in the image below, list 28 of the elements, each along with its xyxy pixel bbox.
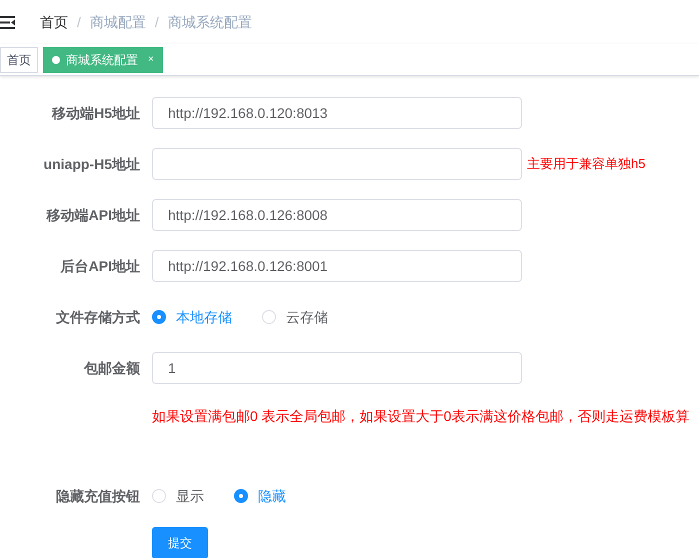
field-label: 文件存储方式 xyxy=(56,308,140,324)
input-field[interactable] xyxy=(152,148,522,180)
field-label: 移动端H5地址 xyxy=(52,104,140,120)
radio-option[interactable]: 隐藏 xyxy=(234,486,286,506)
field-label: 移动端API地址 xyxy=(46,206,140,222)
input-field[interactable]: 1 xyxy=(152,352,522,384)
breadcrumb-separator: / xyxy=(154,12,159,32)
radio-button[interactable] xyxy=(234,489,248,503)
radio-button[interactable] xyxy=(262,310,276,324)
radio-button[interactable] xyxy=(152,489,166,503)
field-label: 后台API地址 xyxy=(60,258,140,274)
breadcrumb-separator: / xyxy=(77,12,81,32)
radio-option[interactable]: 显示 xyxy=(152,486,204,506)
hint-text: 主要用于兼容单独h5 xyxy=(527,155,646,174)
input-field[interactable]: http://192.168.0.126:8001 xyxy=(152,250,522,282)
radio-button[interactable] xyxy=(152,310,166,324)
field-label: 隐藏充值按钮 xyxy=(56,488,140,504)
radio-option[interactable]: 云存储 xyxy=(262,306,328,328)
submit-button[interactable]: 提交 xyxy=(152,527,208,558)
field-label: uniapp-H5地址 xyxy=(44,156,140,172)
input-field[interactable]: http://192.168.0.120:8013 xyxy=(152,97,522,129)
input-field[interactable]: http://192.168.0.126:8008 xyxy=(152,199,522,231)
menu-icon[interactable] xyxy=(0,16,15,28)
note-text: 如果设置满包邮0 表示全局包邮，如果设置大于0表示满这价格包邮，否则走运费模板算 xyxy=(152,406,690,426)
radio-option[interactable]: 本地存储 xyxy=(152,306,232,328)
breadcrumb-link[interactable]: 首页 xyxy=(40,12,68,32)
field-label: 包邮金额 xyxy=(84,360,140,376)
tab[interactable]: 首页 xyxy=(0,46,38,72)
